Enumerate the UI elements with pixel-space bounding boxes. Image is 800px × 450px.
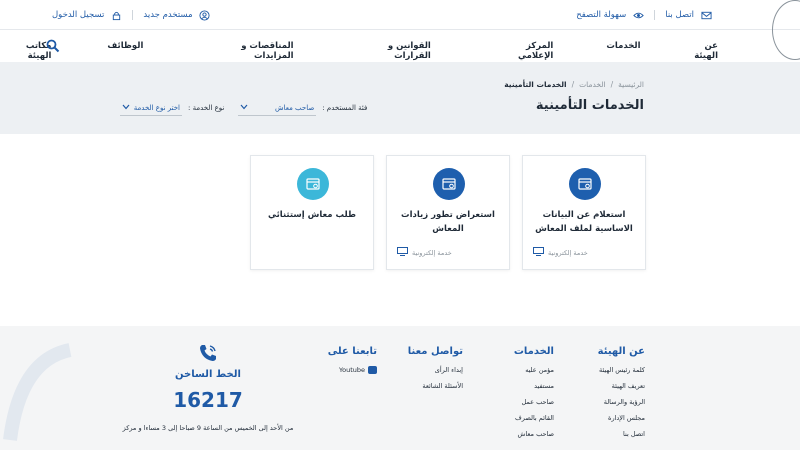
- page-title: الخدمات التأمينية: [535, 98, 644, 113]
- nav-item-jobs[interactable]: الوظائف: [107, 41, 143, 61]
- contact-link[interactable]: اتصل بنا: [665, 10, 694, 20]
- footer-contact: تواصل معنا إبداء الرأى الأسئلة الشائعة: [408, 346, 463, 398]
- service-type-select[interactable]: اختر نوع الخدمة: [120, 100, 182, 116]
- service-card-type-label: خدمة إلكترونية: [548, 248, 588, 257]
- nav-item-about[interactable]: عن الهيئة: [678, 41, 718, 61]
- footer-services-title: الخدمات: [513, 346, 554, 357]
- nav-item-tenders[interactable]: المناقصات و المزايدات: [200, 41, 293, 61]
- hotline-number[interactable]: 16217: [88, 388, 328, 412]
- top-bar: اتصل بنا سهولة التصفح مستخدم جديد تسجيل …: [0, 0, 800, 60]
- breadcrumb-services[interactable]: الخدمات: [579, 80, 606, 89]
- filters: فئة المستخدم : صاحب معاش نوع الخدمة : اخ…: [120, 100, 367, 116]
- eye-icon: [632, 9, 644, 21]
- service-type-value: اختر نوع الخدمة: [133, 103, 180, 112]
- service-card-type: خدمة إلكترونية: [397, 247, 452, 258]
- hotline-title: الخط الساخن: [175, 369, 241, 380]
- phone-icon: [197, 342, 219, 364]
- service-card-title: استعراض تطور زيادات المعاش: [401, 210, 495, 234]
- monitor-icon: [533, 247, 544, 258]
- nav-items: عن الهيئة الخدمات المركز الإعلامي القوان…: [0, 41, 718, 61]
- user-category-select[interactable]: صاحب معاش: [238, 100, 317, 116]
- footer-contact-title: تواصل معنا: [407, 346, 463, 357]
- user-category-label: فئة المستخدم :: [322, 104, 368, 112]
- service-card[interactable]: طلب معاش إستثنائي: [250, 155, 374, 270]
- service-card[interactable]: استعراض تطور زيادات المعاش خدمة إلكتروني…: [386, 155, 510, 270]
- footer-follow-title: تابعنا على: [327, 346, 377, 357]
- page-header: الرئيسية / الخدمات / الخدمات التأمينية ا…: [0, 62, 800, 134]
- youtube-icon: [368, 366, 377, 374]
- main-nav: عن الهيئة الخدمات المركز الإعلامي القوان…: [0, 30, 800, 62]
- search-icon[interactable]: [46, 39, 60, 53]
- footer-link[interactable]: الأسئلة الشائعة: [408, 382, 463, 398]
- nav-item-laws[interactable]: القوانين و القرارات: [350, 41, 431, 61]
- divider: [654, 10, 656, 20]
- footer-link[interactable]: مستفيد: [514, 382, 554, 398]
- service-type-label: نوع الخدمة :: [188, 104, 225, 112]
- service-cards: استعلام عن البيانات الاساسية لملف المعاش…: [250, 155, 646, 270]
- nav-item-media[interactable]: المركز الإعلامي: [489, 41, 553, 61]
- chevron-down-icon: [122, 104, 130, 112]
- top-bar-left: مستخدم جديد تسجيل الدخول: [52, 9, 211, 21]
- hotline-hours: من الأحد إلى الخميس من الساعة 9 صباحا إل…: [122, 424, 294, 432]
- service-card-type: خدمة إلكترونية: [533, 247, 588, 258]
- footer-services: الخدمات مؤمن عليه مستفيد صاحب عمل القائم…: [514, 346, 554, 446]
- footer: عن الهيئة كلمة رئيس الهيئة تعريف الهيئة …: [0, 326, 800, 450]
- top-bar-right: اتصل بنا سهولة التصفح: [576, 9, 712, 21]
- service-card-title: استعلام عن البيانات الاساسية لملف المعاش: [535, 210, 633, 234]
- breadcrumb-current: الخدمات التأمينية: [504, 80, 567, 89]
- footer-about: عن الهيئة كلمة رئيس الهيئة تعريف الهيئة …: [598, 346, 645, 446]
- monitor-icon: [397, 247, 408, 258]
- service-card-title: طلب معاش إستثنائي: [267, 210, 357, 220]
- new-user-link[interactable]: مستخدم جديد: [143, 10, 192, 20]
- lock-icon: [110, 9, 122, 21]
- footer-link[interactable]: تعريف الهيئة: [598, 382, 645, 398]
- accessibility-link[interactable]: سهولة التصفح: [576, 10, 626, 20]
- footer-follow: تابعنا على Youtube: [328, 346, 377, 374]
- breadcrumb: الرئيسية / الخدمات / الخدمات التأمينية: [504, 80, 644, 89]
- footer-watermark: [0, 340, 80, 450]
- service-card-type-label: خدمة إلكترونية: [412, 248, 452, 257]
- footer-link[interactable]: صاحب عمل: [514, 398, 554, 414]
- youtube-label: Youtube: [339, 366, 365, 374]
- footer-link[interactable]: القائم بالصرف: [514, 414, 554, 430]
- nav-item-offices[interactable]: مكاتب الهيئة: [0, 41, 52, 61]
- login-link[interactable]: تسجيل الدخول: [52, 10, 104, 20]
- nav-item-services[interactable]: الخدمات: [606, 41, 640, 61]
- breadcrumb-home[interactable]: الرئيسية: [618, 80, 644, 89]
- hotline: الخط الساخن 16217 من الأحد إلى الخميس من…: [88, 342, 328, 432]
- user-icon: [199, 9, 211, 21]
- footer-link[interactable]: صاحب معاش: [514, 430, 555, 446]
- footer-link[interactable]: كلمة رئيس الهيئة: [598, 366, 645, 382]
- footer-link[interactable]: إبداء الرأى: [408, 366, 463, 382]
- footer-link[interactable]: مؤمن عليه: [514, 366, 554, 382]
- footer-link[interactable]: اتصل بنا: [598, 430, 645, 446]
- mail-icon: [700, 9, 712, 21]
- chevron-down-icon: [240, 104, 248, 112]
- service-icon: [569, 168, 601, 200]
- footer-about-title: عن الهيئة: [597, 346, 645, 357]
- youtube-link[interactable]: Youtube: [328, 366, 377, 374]
- footer-link[interactable]: مجلس الإدارة: [598, 414, 645, 430]
- divider: [132, 10, 134, 20]
- user-category-value: صاحب معاش: [275, 103, 315, 112]
- service-icon: [297, 168, 329, 200]
- service-icon: [433, 168, 465, 200]
- footer-link[interactable]: الرؤية والرسالة: [598, 398, 645, 414]
- service-card[interactable]: استعلام عن البيانات الاساسية لملف المعاش…: [522, 155, 646, 270]
